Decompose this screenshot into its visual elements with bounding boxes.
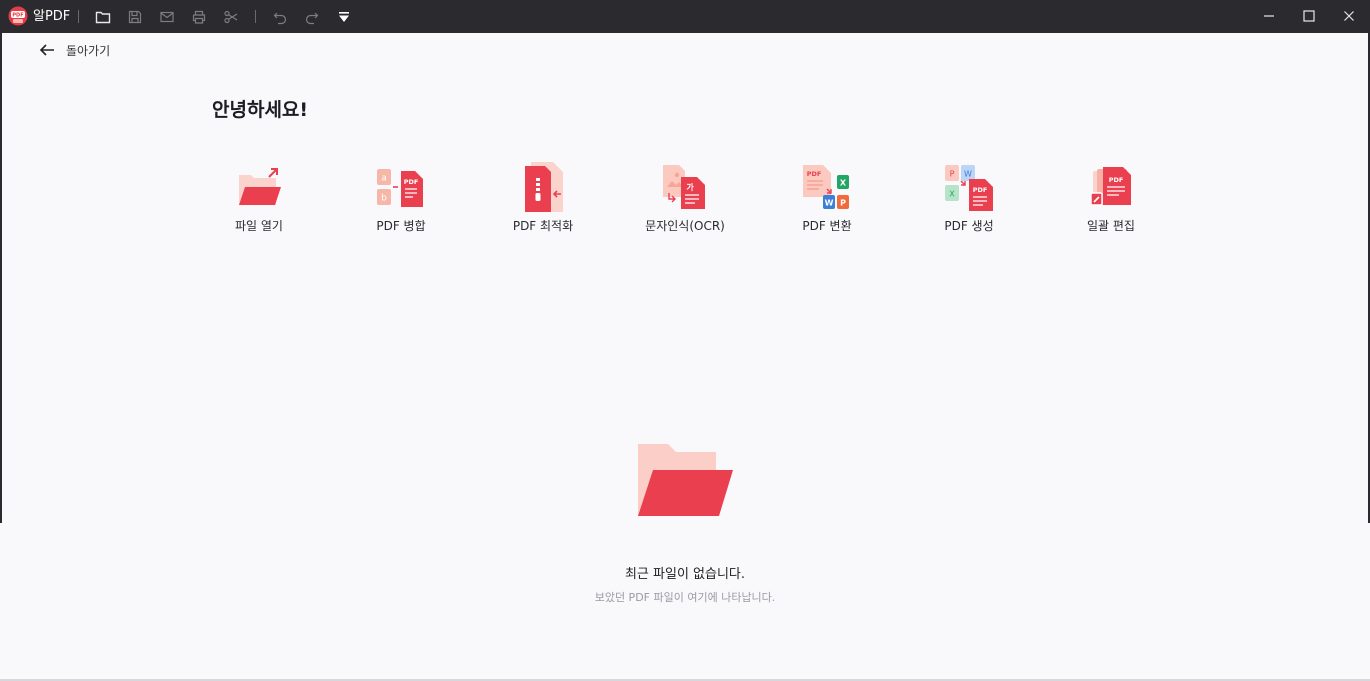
- svg-text:W: W: [825, 199, 834, 208]
- create-icon: P W X PDF: [941, 160, 997, 214]
- svg-text:b: b: [381, 194, 387, 204]
- tool-label: 문자인식(OCR): [645, 219, 725, 233]
- dropdown-arrow-icon: [339, 12, 349, 22]
- svg-text:P: P: [950, 170, 955, 179]
- empty-folder-icon: [638, 444, 733, 516]
- minimize-icon: [1264, 15, 1274, 17]
- print-button[interactable]: [190, 8, 208, 26]
- open-folder-icon: [231, 160, 287, 214]
- svg-text:PDF: PDF: [404, 178, 419, 186]
- undo-icon: [273, 12, 287, 25]
- tool-label: 파일 열기: [235, 219, 283, 233]
- tool-optimize-pdf[interactable]: PDF 최적화: [478, 160, 608, 240]
- tool-open-file[interactable]: 파일 열기: [194, 160, 324, 240]
- tool-label: PDF 병합: [376, 219, 426, 233]
- customize-toolbar-button[interactable]: [335, 8, 353, 26]
- maximize-button[interactable]: [1299, 6, 1319, 26]
- tool-batch-edit[interactable]: PDF 일괄 편집: [1046, 160, 1176, 240]
- folder-open-icon: [95, 11, 111, 24]
- scissors-icon: [224, 10, 238, 24]
- cut-button[interactable]: [222, 8, 240, 26]
- toolbar-separator: [78, 10, 79, 23]
- svg-text:W: W: [964, 170, 972, 179]
- maximize-icon: [1303, 10, 1315, 22]
- tool-label: PDF 변환: [802, 219, 852, 233]
- svg-text:PDF: PDF: [1109, 176, 1124, 184]
- title-bar: PDF 알PDF: [0, 0, 1370, 33]
- merge-icon: a b PDF: [373, 160, 429, 214]
- svg-text:P: P: [840, 199, 846, 208]
- svg-text:가: 가: [686, 182, 694, 192]
- minimize-button[interactable]: [1259, 6, 1279, 26]
- empty-state-title: 최근 파일이 없습니다.: [624, 567, 746, 582]
- svg-text:PDF: PDF: [12, 13, 23, 19]
- open-file-button[interactable]: [94, 8, 112, 26]
- app-logo-icon: PDF: [8, 6, 28, 26]
- toolbar-separator: [255, 10, 256, 23]
- ocr-icon: 가: [657, 160, 713, 214]
- save-button[interactable]: [126, 8, 144, 26]
- svg-text:PDF: PDF: [973, 186, 988, 194]
- back-button[interactable]: 돌아가기: [38, 40, 110, 60]
- svg-text:PDF: PDF: [807, 170, 822, 178]
- undo-button[interactable]: [271, 8, 289, 26]
- tool-ocr[interactable]: 가 문자인식(OCR): [620, 160, 750, 240]
- print-icon: [192, 10, 206, 24]
- close-button[interactable]: [1339, 6, 1359, 26]
- tool-label: PDF 생성: [944, 219, 994, 233]
- greeting-heading: 안녕하세요!: [212, 99, 309, 121]
- mail-icon: [160, 11, 174, 23]
- tool-label: 일괄 편집: [1087, 219, 1135, 233]
- arrow-left-icon: [39, 44, 54, 56]
- zip-icon: [515, 160, 571, 214]
- tool-create-pdf[interactable]: P W X PDF PDF 생성: [904, 160, 1034, 240]
- back-label: 돌아가기: [66, 43, 111, 58]
- tool-convert-pdf[interactable]: PDF X W P PDF 변환: [762, 160, 892, 240]
- save-icon: [128, 10, 142, 24]
- svg-text:X: X: [949, 190, 955, 199]
- svg-text:a: a: [381, 174, 387, 184]
- tool-label: PDF 최적화: [512, 219, 574, 233]
- close-icon: [1344, 11, 1354, 21]
- tool-merge-pdf[interactable]: a b PDF PDF 병합: [336, 160, 466, 240]
- convert-icon: PDF X W P: [799, 160, 855, 214]
- redo-button[interactable]: [303, 8, 321, 26]
- app-title: 알PDF: [33, 9, 71, 24]
- mail-button[interactable]: [158, 8, 176, 26]
- empty-state-subtitle: 보았던 PDF 파일이 여기에 나타납니다.: [594, 591, 776, 604]
- svg-text:X: X: [840, 179, 847, 188]
- batch-edit-icon: PDF: [1083, 160, 1139, 214]
- window-border-left: [0, 33, 2, 523]
- redo-icon: [305, 12, 319, 25]
